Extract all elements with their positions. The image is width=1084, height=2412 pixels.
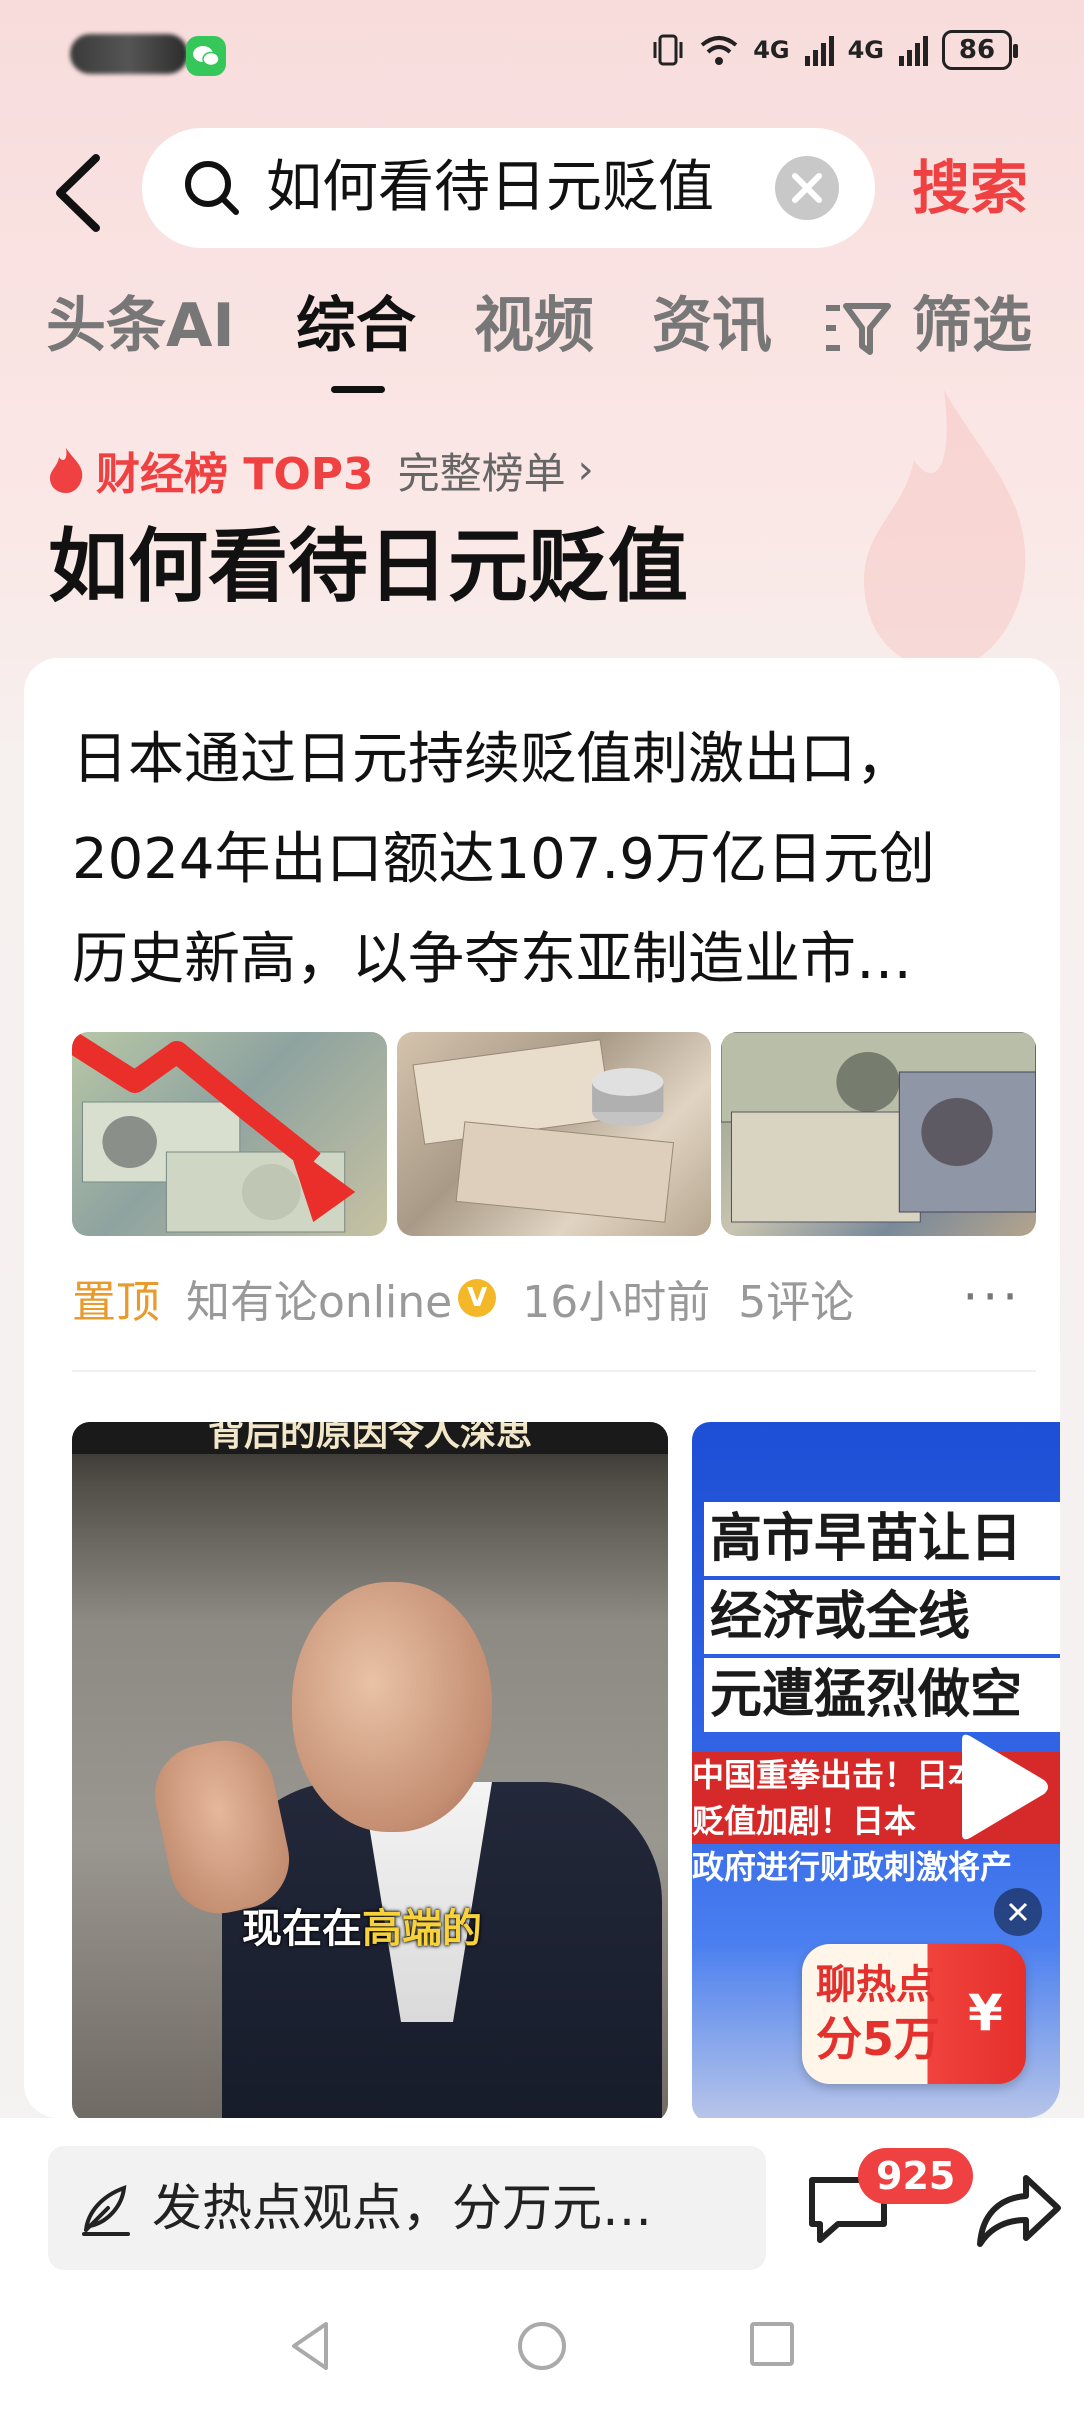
promo-text: 聊热点 分5万: [816, 1962, 941, 2066]
system-nav-bar: [0, 2310, 1084, 2390]
wechat-notification-icon: [186, 36, 226, 76]
filter-icon[interactable]: [824, 298, 892, 358]
verified-icon: V: [458, 1279, 497, 1317]
thumbnail-dollar-yen[interactable]: [721, 1032, 1037, 1236]
close-icon: [792, 173, 822, 203]
search-header: 如何看待日元贬值 搜索: [0, 128, 1084, 248]
battery-indicator: 86: [942, 30, 1018, 70]
article-title-line: 2024年出口额达107.9万亿日元创: [72, 827, 935, 892]
nav-back-icon[interactable]: [288, 2320, 332, 2372]
divider: [72, 1370, 1036, 1372]
search-input[interactable]: 如何看待日元贬值: [266, 150, 714, 226]
article-title-line: 日本通过日元持续贬值刺激出口，: [72, 727, 912, 792]
pinned-badge: 置顶: [72, 1277, 160, 1328]
promo-close-button[interactable]: [994, 1888, 1042, 1936]
search-icon: [185, 161, 239, 215]
ranking-row[interactable]: 财经榜 TOP3 完整榜单 ›: [46, 440, 594, 500]
network-type-2: 4G: [847, 36, 884, 64]
clear-search-button[interactable]: [775, 156, 839, 220]
author-name[interactable]: 知有论online: [186, 1266, 452, 1330]
thumbnail-yen-coins[interactable]: [396, 1032, 712, 1236]
tab-video[interactable]: 视频: [474, 286, 594, 366]
video-card-1[interactable]: 背后的原因令人深思 现在在高端的: [72, 1422, 668, 2118]
fire-icon: [50, 448, 83, 493]
nav-recent-apps-icon[interactable]: [750, 2322, 794, 2366]
tab-toutiao-ai[interactable]: 头条AI: [46, 286, 235, 366]
vibrate-icon: [653, 34, 683, 66]
video2-headline: 高市早苗让日 经济或全线 元遭猛烈做空: [704, 1502, 1060, 1736]
wifi-icon: [700, 36, 738, 65]
active-tab-indicator: [331, 386, 385, 393]
share-icon[interactable]: [976, 2172, 1062, 2248]
nav-home-icon[interactable]: [518, 2322, 566, 2370]
search-button[interactable]: 搜索: [912, 150, 1028, 226]
play-icon[interactable]: [952, 1732, 1052, 1842]
comment-count-badge: 925: [858, 2148, 974, 2204]
more-options-icon[interactable]: ···: [962, 1268, 1022, 1326]
video1-subtitle: 现在在高端的: [242, 1906, 482, 1952]
back-button[interactable]: [44, 148, 114, 238]
hot-topic-promo[interactable]: 聊热点 分5万 ¥: [802, 1944, 1026, 2084]
chevron-right-icon: ›: [577, 447, 594, 493]
comment-placeholder: 发热点观点，分万元…: [152, 2179, 652, 2237]
status-bar: 4G 4G 86: [0, 0, 1084, 110]
topic-title: 如何看待日元贬值: [48, 520, 688, 613]
publish-time: 16小时前: [522, 1277, 711, 1328]
decorative-flame-icon: [864, 390, 1026, 670]
tab-news[interactable]: 资讯: [652, 286, 772, 366]
search-box[interactable]: 如何看待日元贬值: [142, 128, 875, 248]
video1-person-head: [292, 1582, 492, 1832]
chevron-left-icon: [56, 154, 100, 232]
tab-filter[interactable]: 筛选: [912, 286, 1032, 366]
pen-icon: [82, 2185, 130, 2236]
article-title-line: 历史新高，以争夺东亚制造业市…: [72, 927, 912, 992]
video1-top-caption: 背后的原因令人深思: [72, 1422, 668, 1454]
network-type-1: 4G: [753, 36, 790, 64]
signal-icon-2: [899, 36, 928, 66]
video-card-2[interactable]: 高市早苗让日 经济或全线 元遭猛烈做空 中国重拳出击！日本损 贬值加剧！日本 政…: [692, 1422, 1060, 2118]
full-ranking-link[interactable]: 完整榜单: [398, 440, 566, 501]
article-title[interactable]: 日本通过日元持续贬值刺激出口， 2024年出口额达107.9万亿日元创 历史新高…: [72, 710, 1032, 1010]
result-card: 日本通过日元持续贬值刺激出口， 2024年出口额达107.9万亿日元创 历史新高…: [24, 658, 1060, 2118]
tab-comprehensive[interactable]: 综合: [296, 286, 416, 366]
signal-icon-1: [804, 36, 834, 66]
article-meta: 置顶 知有论online V 16小时前 5评论 ···: [72, 1258, 1032, 1338]
carrier-info-redacted: [70, 34, 188, 74]
comment-count-label: 5评论: [738, 1277, 855, 1328]
close-icon: [1008, 1902, 1028, 1922]
ranking-label: 财经榜 TOP3: [96, 449, 374, 500]
article-thumbnails: [72, 1032, 1037, 1236]
yen-icon: ¥: [968, 1984, 1003, 2042]
comment-input[interactable]: 发热点观点，分万元…: [48, 2146, 766, 2270]
thumbnail-yen-falling[interactable]: [72, 1032, 387, 1236]
status-icons: 4G 4G 86: [651, 30, 1018, 70]
